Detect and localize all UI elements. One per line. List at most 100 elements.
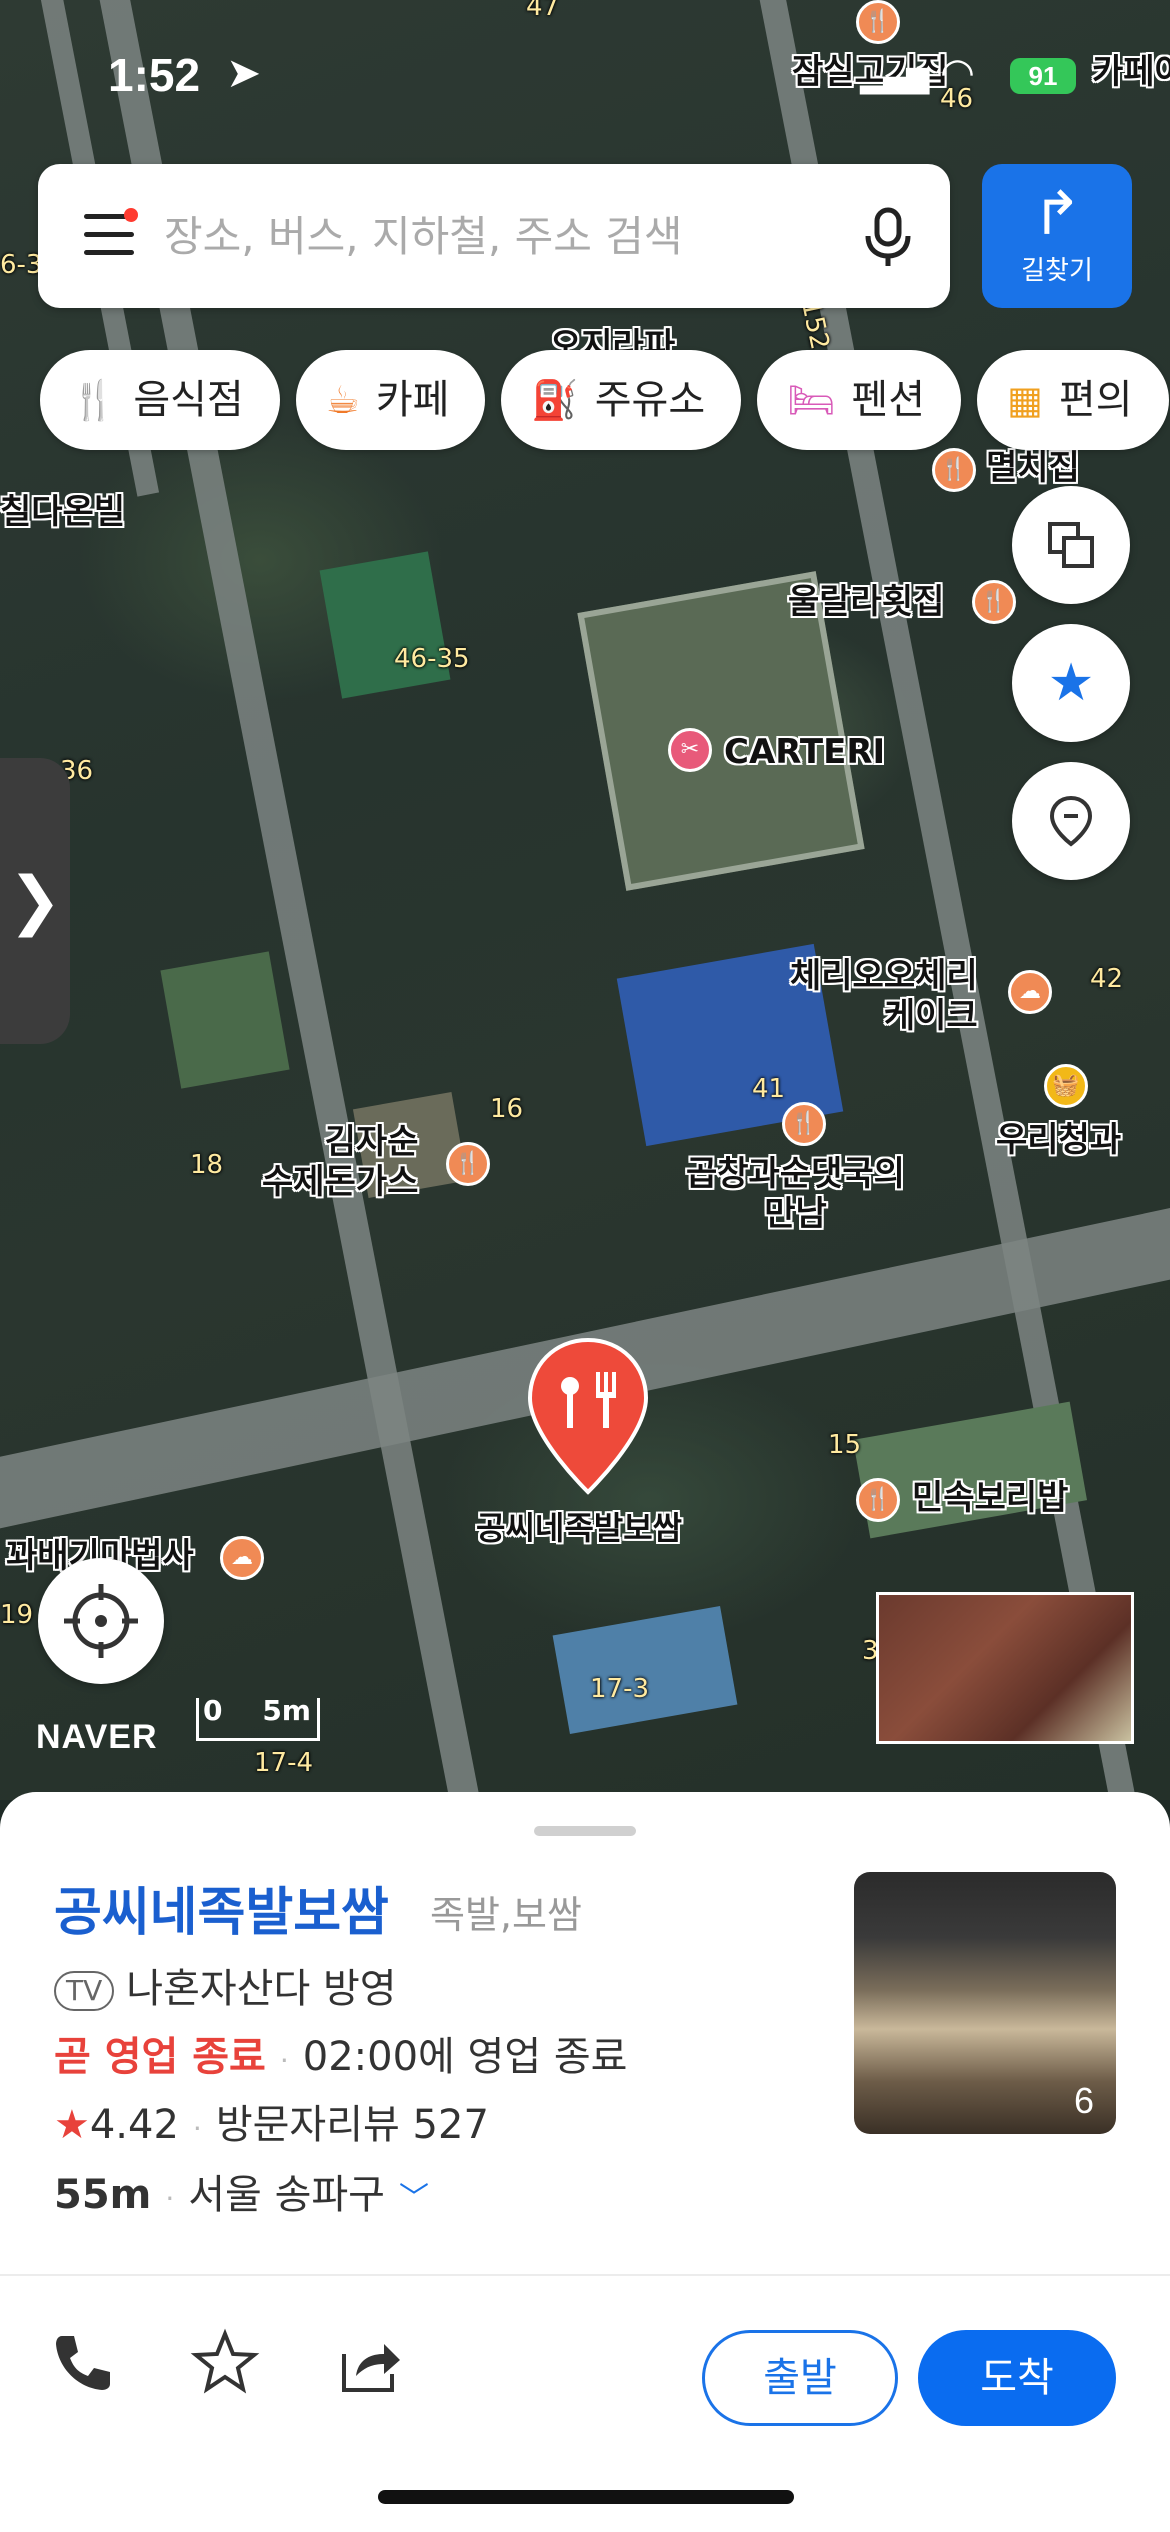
set-origin-button[interactable]: 출발 [702,2330,898,2426]
place-label[interactable]: 칠다온빌 [0,492,125,532]
coffee-icon: ☕ [325,378,360,422]
place-label[interactable]: 김자순 수제돈가스 [262,1122,418,1202]
closing-status: 곧 영업 종료 [54,2034,266,2080]
star-outline-icon[interactable] [190,2328,260,2398]
current-location-button[interactable] [38,1558,164,1684]
photo-count: 6 [1073,2080,1094,2121]
chip-label: 편의 [1058,377,1133,423]
scale-start: 0 [203,1694,223,1727]
home-indicator[interactable] [378,2490,794,2504]
building [319,551,451,699]
signal-icon: ▂▄▆ [860,60,930,95]
selected-place-pin-icon[interactable] [526,1336,650,1496]
crosshair-icon [64,1584,138,1658]
place-category: 족발,보쌈 [430,1893,582,1937]
restaurant-poi-icon[interactable]: 🍴 [446,1142,490,1186]
chip-gas-station[interactable]: ⛽ 주유소 [501,350,742,450]
chip-label: 주유소 [594,377,706,423]
chip-label: 펜션 [851,377,926,423]
place-name[interactable]: 공씨네족발보쌈 [54,1870,389,1945]
address-number: 15 [828,1430,862,1460]
rating-row[interactable]: ★4.42 · 방문자리뷰 527 [54,2092,489,2150]
chevron-right-icon: ❯ [8,864,62,938]
category-chips: 🍴 음식점 ☕ 카페 ⛽ 주유소 🛏 펜션 ▦ 편의 [40,350,1170,452]
store-icon: ▦ [1007,378,1043,422]
directions-label: 길찾기 [1021,256,1093,286]
separator-dot: · [165,2182,175,2215]
rating-star-icon: ★ [54,2102,90,2148]
place-label[interactable]: 곱창과순댓국의 만남 [686,1154,905,1234]
place-label[interactable]: 울랄라횟집 [788,582,944,622]
address-number: 17-4 [254,1748,314,1778]
side-panel-handle[interactable]: ❯ [0,758,70,1044]
chip-label: 카페 [375,377,450,423]
chip-pension[interactable]: 🛏 펜션 [757,350,962,450]
cafe-poi-icon[interactable]: ☁ [220,1536,264,1580]
tv-info: TV 나혼자산다 방영 [54,1956,397,2014]
share-icon[interactable] [334,2328,404,2398]
address-number: 17-3 [590,1674,650,1704]
place-detail-sheet[interactable]: 공씨네족발보쌈 족발,보쌈 TV 나혼자산다 방영 곧 영업 종료 · 02:00에 … [0,1792,1170,2532]
address-number: 16 [490,1094,524,1124]
place-label[interactable]: CARTERI [724,732,885,772]
set-destination-button[interactable]: 도착 [918,2330,1116,2426]
distance-row[interactable]: 55m · 서울 송파구 ﹀ [54,2162,429,2220]
place-photo[interactable]: 6 [854,1872,1116,2134]
status-bar: 1:52 ➤ ▂▄▆ ◠ 91 [0,0,1170,150]
place-label[interactable]: 멸치집 [986,448,1080,488]
separator-dot: · [279,2044,289,2077]
tv-badge: TV [54,1971,115,2011]
address-number: 19 [0,1600,34,1630]
my-places-button[interactable] [1012,762,1130,880]
map-scale: 0 5m [196,1694,320,1741]
map-layers-button[interactable] [1012,486,1130,604]
directions-button[interactable]: ↱ 길찾기 [982,164,1132,308]
building [552,1605,738,1735]
address-number: 46-35 [394,644,470,674]
naver-logo: NAVER [36,1718,158,1756]
tv-show: 나혼자산다 방영 [126,1966,397,2012]
layers-icon [1048,522,1094,568]
wifi-icon: ◠ [940,50,975,96]
chip-restaurant[interactable]: 🍴 음식점 [40,350,280,450]
fuel-icon: ⛽ [531,378,579,422]
sheet-grabber[interactable] [534,1826,636,1836]
address-number: 42 [1090,964,1124,994]
microphone-icon[interactable] [856,204,920,268]
cafe-poi-icon[interactable]: ☁ [1008,970,1052,1014]
chip-label: 음식점 [133,377,244,423]
star-icon: ★ [1047,653,1095,713]
place-label[interactable]: 체리오오체리 케이크 [790,956,978,1036]
business-hours[interactable]: 곧 영업 종료 · 02:00에 영업 종료 [54,2024,627,2082]
favorites-button[interactable]: ★ [1012,624,1130,742]
turn-right-arrow-icon: ↱ [1031,179,1083,249]
status-time: 1:52 [108,49,201,101]
search-input[interactable] [162,200,866,272]
action-bar: 출발 도착 [0,2274,1170,2436]
search-bar[interactable] [38,164,950,308]
street-view-thumbnail[interactable] [876,1592,1134,1744]
chip-convenience[interactable]: ▦ 편의 [977,350,1169,450]
restaurant-poi-icon[interactable]: 🍴 [932,448,976,492]
separator-dot: · [192,2112,202,2145]
phone-icon[interactable] [48,2328,118,2398]
place-label[interactable]: 민속보리밥 [912,1478,1068,1518]
building [160,951,290,1089]
selected-place-label[interactable]: 공씨네족발보쌈 [476,1508,682,1548]
rating-value: 4.42 [89,2102,179,2148]
chevron-down-icon: ﹀ [398,2181,429,2216]
restaurant-poi-icon[interactable]: 🍴 [782,1102,826,1146]
location: 서울 송파구 [188,2172,385,2218]
closing-time: 02:00에 영업 종료 [302,2034,628,2080]
location-pin-icon [1049,795,1093,847]
review-count: 방문자리뷰 527 [215,2102,489,2148]
beauty-poi-icon[interactable]: ✂ [668,728,712,772]
fork-knife-icon: 🍴 [70,378,118,422]
restaurant-poi-icon[interactable]: 🍴 [972,580,1016,624]
grocery-poi-icon[interactable]: 🧺 [1044,1064,1088,1108]
bed-icon: 🛏 [787,378,836,422]
address-number: 41 [752,1074,786,1104]
place-label[interactable]: 우리청과 [996,1120,1121,1160]
restaurant-poi-icon[interactable]: 🍴 [856,1478,900,1522]
chip-cafe[interactable]: ☕ 카페 [295,350,486,450]
